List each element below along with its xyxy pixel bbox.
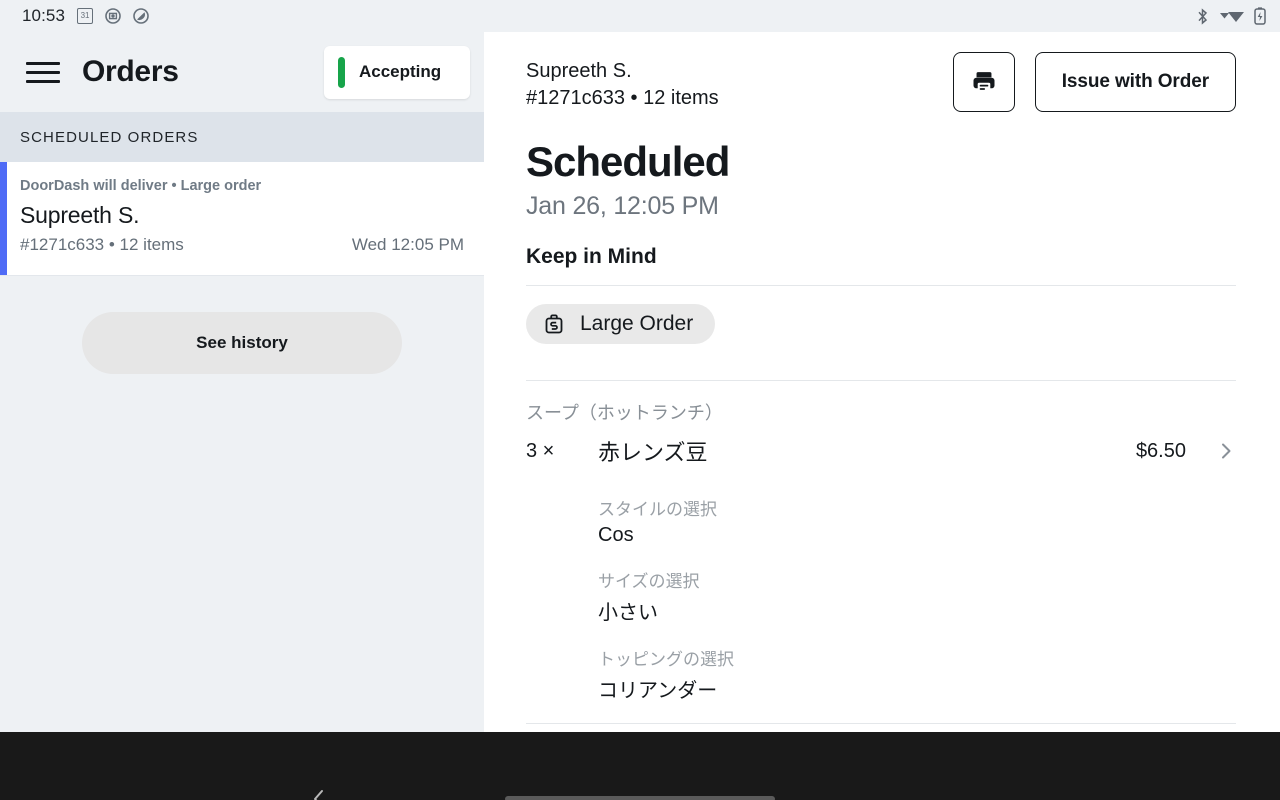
order-item: スープ（ホットランチ） 3 × 赤レンズ豆 $6.50 スタイルの選択 Cos xyxy=(526,381,1236,724)
modifier-label: トッピングの選択 xyxy=(598,650,734,669)
shopping-bag-icon xyxy=(542,312,566,336)
modifier-label: サイズの選択 xyxy=(598,572,700,591)
large-order-tag[interactable]: Large Order xyxy=(526,304,716,344)
order-list-item[interactable]: DoorDash will deliver • Large order Supr… xyxy=(0,162,484,276)
bluetooth-icon xyxy=(1195,7,1210,25)
accepting-status-button[interactable]: Accepting xyxy=(324,45,470,99)
modifier-value: Cos xyxy=(598,524,634,546)
modifier-value: コリアンダー xyxy=(598,680,718,702)
detail-header-actions: Issue with Order xyxy=(952,52,1236,112)
back-chevron-icon[interactable] xyxy=(308,788,330,800)
order-id-items: #1271c633 • 12 items xyxy=(20,235,184,254)
order-scheduled-datetime: Jan 26, 12:05 PM xyxy=(526,192,719,220)
item-price: $6.50 xyxy=(1135,439,1186,462)
order-status-title: Scheduled xyxy=(526,138,730,185)
accepting-label: Accepting xyxy=(359,62,442,81)
wifi-icon xyxy=(1219,8,1245,24)
system-navigation-bar xyxy=(0,732,1280,800)
item-quantity: 3 × xyxy=(526,439,555,462)
order-customer-name: Supreeth S. xyxy=(20,202,140,228)
printer-icon xyxy=(970,68,998,96)
modifier-value: 小さい xyxy=(598,602,658,624)
chevron-right-icon[interactable] xyxy=(1216,441,1236,461)
issue-with-order-button[interactable]: Issue with Order xyxy=(1034,52,1236,112)
keep-in-mind-title: Keep in Mind xyxy=(526,245,657,268)
item-name: 赤レンズ豆 xyxy=(598,440,708,465)
modifier-label: スタイルの選択 xyxy=(598,500,717,519)
status-bar: 10:53 31 xyxy=(0,0,1280,32)
home-gesture-pill[interactable] xyxy=(505,796,775,800)
modifier-group: トッピングの選択 コリアンダー xyxy=(598,645,1236,703)
detail-header: Supreeth S. #1271c633 • 12 items Issue w… xyxy=(526,52,1236,112)
detail-customer-block: Supreeth S. #1271c633 • 12 items xyxy=(526,52,719,112)
modifier-group: サイズの選択 小さい xyxy=(598,567,1236,625)
status-bar-right xyxy=(1195,7,1266,25)
print-button[interactable] xyxy=(952,52,1015,112)
order-delivery-meta: DoorDash will deliver • Large order xyxy=(20,178,262,194)
see-history-button[interactable]: See history xyxy=(82,312,402,374)
order-detail-panel: Supreeth S. #1271c633 • 12 items Issue w… xyxy=(484,32,1280,732)
item-category: スープ（ホットランチ） xyxy=(526,403,723,423)
hamburger-menu-icon[interactable] xyxy=(26,59,60,85)
order-scheduled-time: Wed 12:05 PM xyxy=(351,235,464,254)
do-not-disturb-icon xyxy=(133,8,149,24)
sidebar-header: Orders Accepting xyxy=(0,32,484,112)
app-screen: 10:53 31 Orders Accepting SCHEDULED ORDE… xyxy=(0,0,1280,800)
order-card-footer: #1271c633 • 12 items Wed 12:05 PM xyxy=(20,235,464,255)
battery-charging-icon xyxy=(1254,7,1266,25)
orders-sidebar: Orders Accepting SCHEDULED ORDERS DoorDa… xyxy=(0,32,484,732)
see-history-container: See history xyxy=(0,276,484,374)
item-row[interactable]: 3 × 赤レンズ豆 $6.50 xyxy=(526,435,1236,467)
modifier-group: スタイルの選択 Cos xyxy=(598,495,1236,547)
app-circle-icon xyxy=(105,8,121,24)
status-bar-left: 10:53 31 xyxy=(22,6,149,26)
accepting-indicator xyxy=(338,56,345,88)
order-tags-row: Large Order xyxy=(526,286,1236,364)
item-modifiers: スタイルの選択 Cos サイズの選択 小さい トッピングの選択 コリアンダー xyxy=(526,467,1236,703)
detail-order-summary: #1271c633 • 12 items xyxy=(526,87,719,109)
calendar-icon: 31 xyxy=(77,8,94,24)
large-order-tag-label: Large Order xyxy=(580,312,694,335)
divider-item-bottom xyxy=(526,723,1236,724)
status-bar-clock: 10:53 xyxy=(22,6,66,25)
scheduled-orders-header: SCHEDULED ORDERS xyxy=(0,112,484,162)
page-title: Orders xyxy=(82,55,179,88)
detail-customer-name: Supreeth S. xyxy=(526,60,632,82)
